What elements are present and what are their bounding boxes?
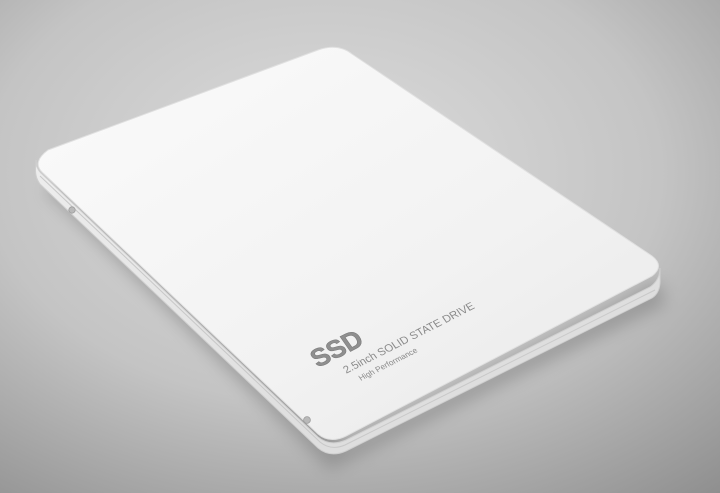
product-photo-scene: SSD 2.5inch SOLID STATE DRIVE High Perfo… bbox=[0, 0, 720, 493]
screw-right bbox=[303, 416, 311, 424]
screw-left bbox=[68, 206, 76, 214]
